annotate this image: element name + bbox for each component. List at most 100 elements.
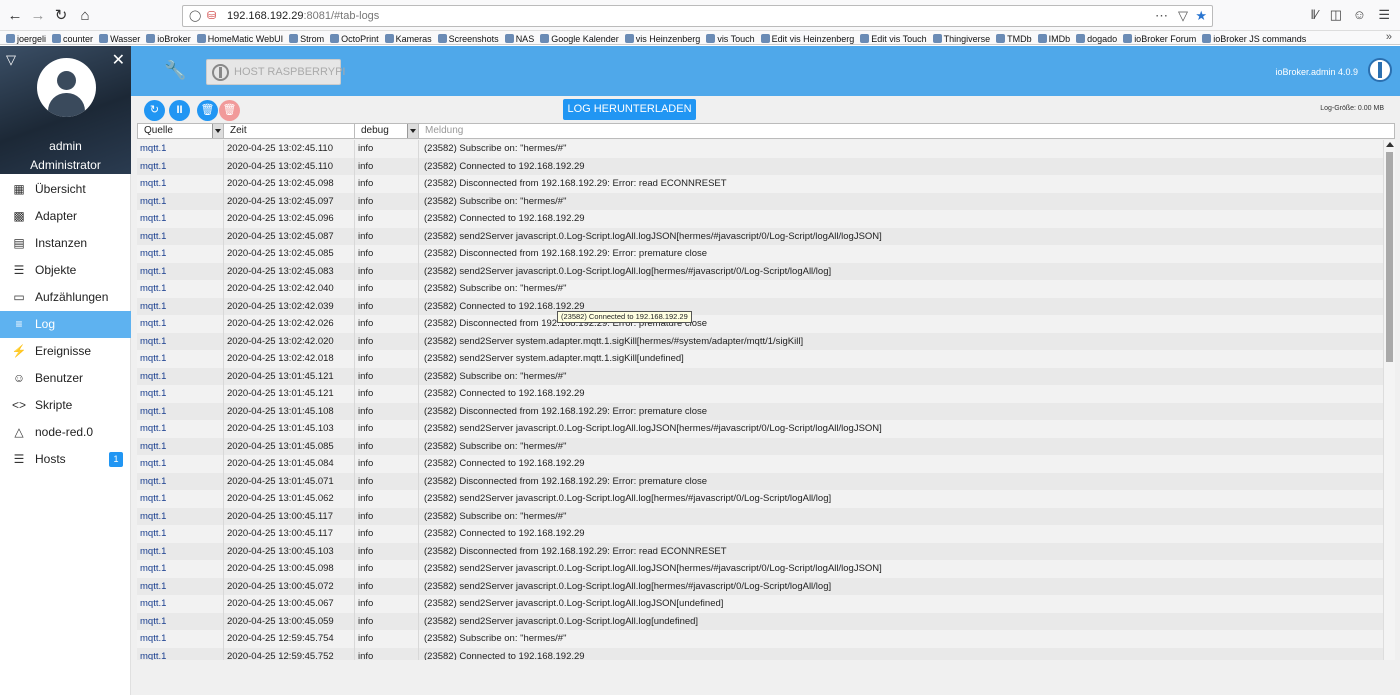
table-row[interactable]: mqtt.1 2020-04-25 13:02:42.039 info (23582)… xyxy=(137,297,1383,315)
bookmark-item[interactable]: Edit vis Heinzenberg xyxy=(761,33,855,44)
close-icon[interactable]: ✕ xyxy=(112,50,125,70)
log-message: (23582) Connected to 192.168.192.29 xyxy=(424,213,585,224)
sidebar-item-instanzen[interactable]: ▤ Instanzen xyxy=(0,230,131,257)
column-divider xyxy=(354,507,355,525)
table-row[interactable]: mqtt.1 2020-04-25 13:02:45.085 info (23582)… xyxy=(137,245,1383,263)
bookmark-item[interactable]: counter xyxy=(52,33,93,44)
bookmark-item[interactable]: vis Touch xyxy=(706,33,754,44)
table-row[interactable]: mqtt.1 2020-04-25 13:02:42.018 info (23582)… xyxy=(137,350,1383,368)
table-row[interactable]: mqtt.1 2020-04-25 13:00:45.098 info (23582)… xyxy=(137,560,1383,578)
bookmark-item[interactable]: OctoPrint xyxy=(330,33,379,44)
url-bar[interactable]: ◯ ⛁ 192.168.192.29:8081/#tab-logs ⋯ ▽ ★ xyxy=(182,5,1213,27)
table-row[interactable]: mqtt.1 2020-04-25 13:01:45.103 info (23582)… xyxy=(137,420,1383,438)
bookmark-item[interactable]: Edit vis Touch xyxy=(860,33,926,44)
table-row[interactable]: mqtt.1 2020-04-25 13:02:45.097 info (23582)… xyxy=(137,192,1383,210)
table-row[interactable]: mqtt.1 2020-04-25 12:59:45.752 info (23582)… xyxy=(137,647,1383,660)
bookmark-item[interactable]: ioBroker Forum xyxy=(1123,33,1196,44)
bookmark-item[interactable]: HomeMatic WebUI xyxy=(197,33,283,44)
table-row[interactable]: mqtt.1 2020-04-25 13:02:45.087 info (23582)… xyxy=(137,227,1383,245)
bookmark-item[interactable]: Kameras xyxy=(385,33,432,44)
bookmark-item[interactable]: Thingiverse xyxy=(933,33,991,44)
table-row[interactable]: mqtt.1 2020-04-25 13:02:42.040 info (23582)… xyxy=(137,280,1383,298)
table-row[interactable]: mqtt.1 2020-04-25 13:02:42.020 info (23582)… xyxy=(137,332,1383,350)
wrench-icon[interactable]: 🔧 xyxy=(164,60,186,81)
table-row[interactable]: mqtt.1 2020-04-25 13:02:45.096 info (23582)… xyxy=(137,210,1383,228)
bookmark-item[interactable]: NAS xyxy=(505,33,535,44)
message-filter-input[interactable]: Meldung xyxy=(419,124,1389,138)
forward-icon[interactable]: → xyxy=(28,6,48,26)
bookmarks-overflow-icon[interactable]: » xyxy=(1386,31,1392,44)
sidebar-item-benutzer[interactable]: ☺ Benutzer xyxy=(0,365,131,392)
bookmark-item[interactable]: dogado xyxy=(1076,33,1117,44)
sidebar-item--bersicht[interactable]: ▦ Übersicht xyxy=(0,176,131,203)
url-text[interactable]: 192.168.192.29:8081/#tab-logs xyxy=(227,10,379,22)
more-icon[interactable]: ⋯ xyxy=(1155,8,1168,24)
triangle-icon[interactable]: ▽ xyxy=(6,52,16,68)
bookmark-item[interactable]: vis Heinzenberg xyxy=(625,33,701,44)
table-row[interactable]: mqtt.1 2020-04-25 13:00:45.067 info (23582)… xyxy=(137,595,1383,613)
sidebar-item-aufz-hlungen[interactable]: ▭ Aufzählungen xyxy=(0,284,131,311)
host-button[interactable]: HOST RASPBERRYPI xyxy=(206,59,345,85)
table-row[interactable]: mqtt.1 2020-04-25 13:02:45.083 info (23582)… xyxy=(137,262,1383,280)
bookmark-item[interactable]: TMDb xyxy=(996,33,1032,44)
bookmark-item[interactable]: Screenshots xyxy=(438,33,499,44)
table-row[interactable]: mqtt.1 2020-04-25 13:01:45.121 info (23582)… xyxy=(137,385,1383,403)
table-row[interactable]: mqtt.1 2020-04-25 13:00:45.117 info (23582)… xyxy=(137,525,1383,543)
table-row[interactable]: mqtt.1 2020-04-25 13:00:45.103 info (23582)… xyxy=(137,542,1383,560)
sidebar-toggle-icon[interactable]: ◫ xyxy=(1330,7,1342,23)
table-row[interactable]: mqtt.1 2020-04-25 13:02:45.098 info (23582)… xyxy=(137,175,1383,193)
table-row[interactable]: mqtt.1 2020-04-25 12:59:45.754 info (23582)… xyxy=(137,630,1383,648)
clear-button[interactable]: 🗑 xyxy=(197,100,218,121)
severity-filter[interactable]: debug xyxy=(355,124,419,138)
reload-icon[interactable]: ↻ xyxy=(51,6,71,26)
bookmark-item[interactable]: ioBroker JS commands xyxy=(1202,33,1306,44)
account-icon[interactable]: ☺ xyxy=(1353,7,1366,22)
sidebar-item-skripte[interactable]: <> Skripte xyxy=(0,392,131,419)
table-row[interactable]: mqtt.1 2020-04-25 13:00:45.117 info (23582)… xyxy=(137,507,1383,525)
sidebar-item-node-red-0[interactable]: △ node-red.0 xyxy=(0,419,131,446)
pocket-icon[interactable]: ▽ xyxy=(1178,8,1188,24)
sidebar-item-objekte[interactable]: ☰ Objekte xyxy=(0,257,131,284)
bookmark-star-icon[interactable]: ★ xyxy=(1195,8,1207,24)
shield-icon[interactable]: ◯ xyxy=(189,9,201,22)
chevron-down-icon[interactable] xyxy=(212,124,223,138)
sidebar-item-hosts[interactable]: ☰ Hosts 1 xyxy=(0,446,131,473)
download-log-button[interactable]: LOG HERUNTERLADEN xyxy=(563,99,696,120)
source-filter[interactable]: Quelle xyxy=(138,124,224,138)
back-icon[interactable]: ← xyxy=(5,6,25,26)
library-icon[interactable]: ‖⁄ xyxy=(1310,7,1318,22)
table-row[interactable]: mqtt.1 2020-04-25 13:00:45.059 info (23582)… xyxy=(137,612,1383,630)
bookmark-item[interactable]: ioBroker xyxy=(146,33,191,44)
log-source: mqtt.1 xyxy=(140,335,167,347)
scrollbar[interactable] xyxy=(1383,140,1395,660)
chevron-down-icon[interactable] xyxy=(407,124,418,138)
table-row[interactable]: mqtt.1 2020-04-25 13:01:45.121 info (23582)… xyxy=(137,367,1383,385)
scroll-thumb[interactable] xyxy=(1386,152,1393,362)
menu-icon[interactable]: ☰ xyxy=(1378,7,1390,23)
table-row[interactable]: mqtt.1 2020-04-25 13:01:45.062 info (23582)… xyxy=(137,490,1383,508)
sidebar-item-log[interactable]: ≡ Log xyxy=(0,311,131,338)
home-icon[interactable]: ⌂ xyxy=(75,6,95,26)
table-row[interactable]: mqtt.1 2020-04-25 13:01:45.071 info (23582)… xyxy=(137,472,1383,490)
scroll-up-icon[interactable] xyxy=(1386,142,1394,147)
table-row[interactable]: mqtt.1 2020-04-25 13:01:45.084 info (23582)… xyxy=(137,455,1383,473)
sidebar-item-adapter[interactable]: ▩ Adapter xyxy=(0,203,131,230)
bookmark-item[interactable]: Wasser xyxy=(99,33,140,44)
bookmark-item[interactable]: Strom xyxy=(289,33,324,44)
bookmark-item[interactable]: joergeli xyxy=(6,33,46,44)
table-row[interactable]: mqtt.1 2020-04-25 13:02:42.026 info (23582)… xyxy=(137,315,1383,333)
sidebar-item-ereignisse[interactable]: ⚡ Ereignisse xyxy=(0,338,131,365)
pause-button[interactable]: II xyxy=(169,100,190,121)
table-row[interactable]: mqtt.1 2020-04-25 13:01:45.085 info (23582)… xyxy=(137,437,1383,455)
table-row[interactable]: mqtt.1 2020-04-25 13:02:45.110 info (23582)… xyxy=(137,157,1383,175)
refresh-button[interactable]: ↻ xyxy=(144,100,165,121)
bookmark-item[interactable]: Google Kalender xyxy=(540,33,619,44)
time-filter[interactable]: Zeit xyxy=(224,124,355,138)
column-divider xyxy=(354,525,355,543)
delete-button[interactable]: 🗑 xyxy=(219,100,240,121)
bookmark-item[interactable]: IMDb xyxy=(1038,33,1071,44)
insecure-lock-icon[interactable]: ⛁ xyxy=(207,9,216,22)
table-row[interactable]: mqtt.1 2020-04-25 13:00:45.072 info (23582)… xyxy=(137,577,1383,595)
table-row[interactable]: mqtt.1 2020-04-25 13:02:45.110 info (23582)… xyxy=(137,140,1383,158)
table-row[interactable]: mqtt.1 2020-04-25 13:01:45.108 info (23582)… xyxy=(137,402,1383,420)
